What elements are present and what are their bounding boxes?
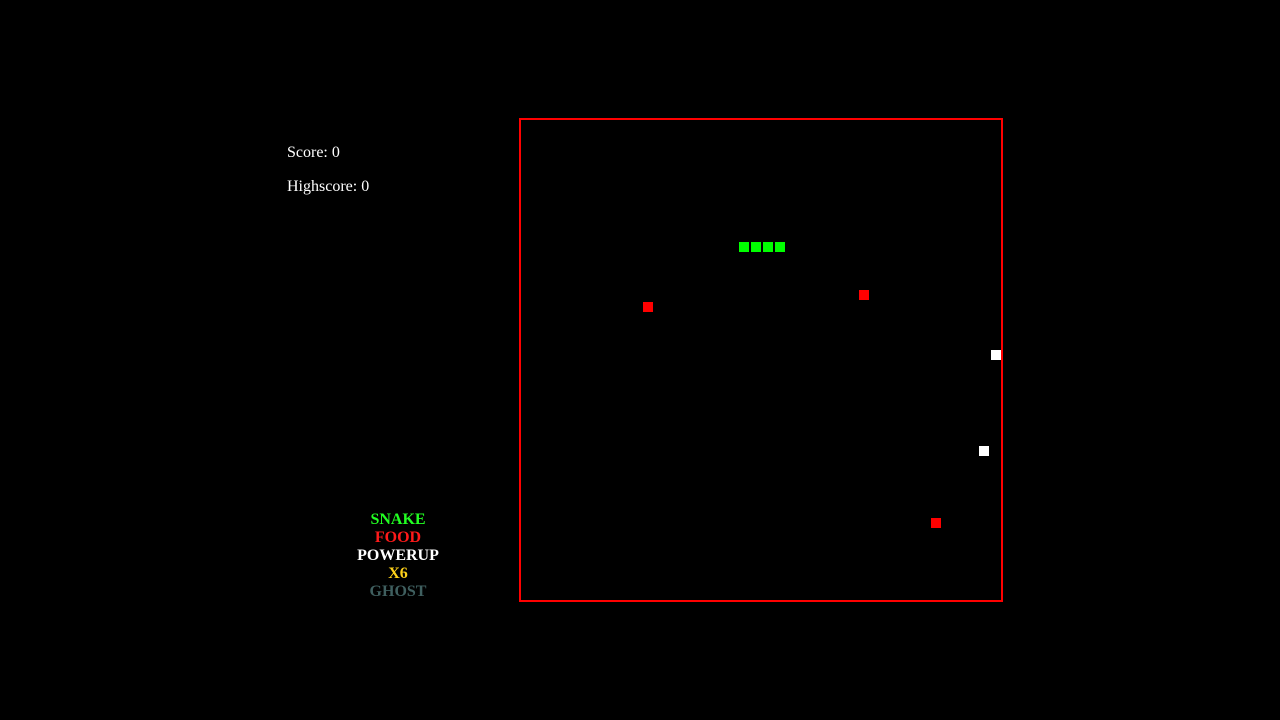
legend-ghost: GHOST — [369, 583, 427, 600]
snake-segment — [775, 242, 785, 252]
food-item — [931, 518, 941, 528]
food-item — [643, 302, 653, 312]
legend-food: FOOD — [374, 529, 422, 546]
snake-segment — [739, 242, 749, 252]
powerup-item — [979, 446, 989, 456]
score-label: Score: 0 — [287, 144, 340, 161]
snake-segment — [751, 242, 761, 252]
legend-x6: X6 — [388, 565, 408, 582]
legend-powerup: POWERUP — [357, 547, 439, 564]
highscore-label: Highscore: 0 — [287, 178, 370, 195]
snake-segment — [763, 242, 773, 252]
powerup-item — [991, 350, 1001, 360]
food-item — [859, 290, 869, 300]
game-board[interactable] — [519, 118, 1003, 602]
legend: SNAKE FOOD POWERUP X6 GHOST — [338, 511, 458, 601]
legend-snake: SNAKE — [370, 511, 426, 528]
